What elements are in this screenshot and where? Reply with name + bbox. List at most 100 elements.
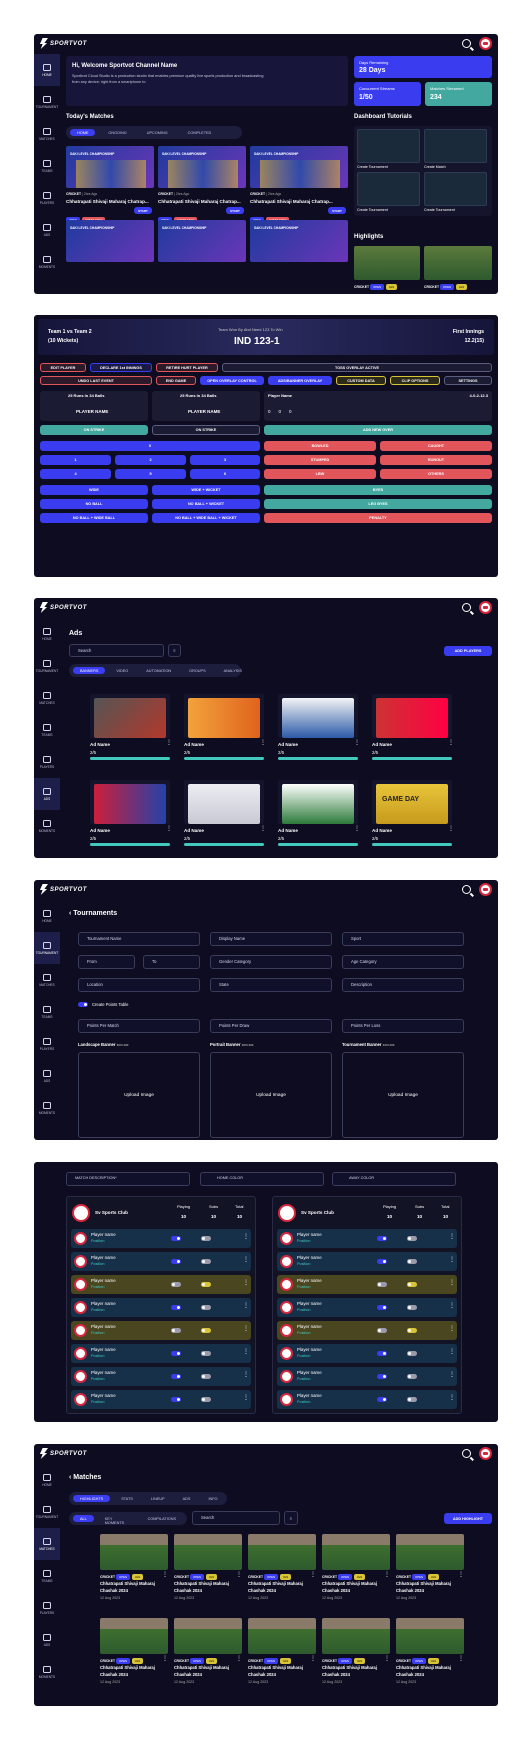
more-icon[interactable]: ⋮ xyxy=(243,1256,249,1263)
sidebar-item-moments[interactable]: MOMENTS xyxy=(34,1092,60,1124)
highlight-thumb[interactable] xyxy=(248,1534,316,1570)
more-icon[interactable]: ⋮ xyxy=(310,1655,316,1662)
tab-home[interactable]: HOME xyxy=(70,129,96,136)
more-icon[interactable]: ⋮ xyxy=(354,825,360,832)
more-icon[interactable]: ⋮ xyxy=(162,1655,168,1662)
highlight-thumb[interactable] xyxy=(100,1618,168,1654)
ad-card[interactable]: GAME DAY xyxy=(372,780,452,824)
tab-highlights[interactable]: HIGHLIGHTS xyxy=(73,1495,111,1502)
highlight-thumb[interactable] xyxy=(248,1618,316,1654)
player-row[interactable]: Player name Position ⋮ xyxy=(71,1390,251,1409)
player-row[interactable]: Player name Position ⋮ xyxy=(277,1367,457,1386)
subs-toggle[interactable] xyxy=(407,1397,417,1402)
player-row[interactable]: Player name Position ⋮ xyxy=(71,1298,251,1317)
run-button[interactable]: 2 xyxy=(115,455,186,465)
start-button[interactable]: START xyxy=(134,207,152,214)
more-icon[interactable]: ⋮ xyxy=(236,1655,242,1662)
sidebar-item-ads[interactable]: ADS xyxy=(34,778,60,810)
sidebar-item-matches[interactable]: MATCHES xyxy=(34,682,60,714)
player-row[interactable]: Player name Position ⋮ xyxy=(71,1229,251,1248)
more-icon[interactable]: ⋮ xyxy=(243,1348,249,1355)
more-icon[interactable]: ⋮ xyxy=(162,1571,168,1578)
player-row[interactable]: Player name Position ⋮ xyxy=(71,1321,251,1340)
undo-button[interactable]: UNDO LAST EVENT xyxy=(40,376,152,385)
edit-player-button[interactable]: EDIT PLAYER xyxy=(40,363,86,372)
more-icon[interactable]: ⋮ xyxy=(260,739,266,746)
search-input[interactable]: Search xyxy=(192,1511,280,1525)
sidebar-item-home[interactable]: HOME xyxy=(34,900,60,932)
overlay-control-button[interactable]: OPEN OVERLAY CONTROL xyxy=(200,376,264,385)
sidebar-item-teams[interactable]: TEAMS xyxy=(34,150,60,182)
app-logo[interactable]: SPORTVOT xyxy=(39,884,87,895)
ad-card[interactable] xyxy=(372,694,452,738)
sidebar-item-tournament[interactable]: TOURNAMENT xyxy=(34,650,60,682)
more-icon[interactable]: ⋮ xyxy=(236,1571,242,1578)
sidebar-item-tournament[interactable]: TOURNAMENT xyxy=(34,86,60,118)
more-icon[interactable]: ⋮ xyxy=(243,1371,249,1378)
more-icon[interactable]: ⋮ xyxy=(449,1371,455,1378)
playing-toggle[interactable] xyxy=(377,1374,387,1379)
app-logo[interactable]: SPORTVOT xyxy=(39,38,87,49)
run-button[interactable]: 6 xyxy=(190,469,260,479)
no-ball-button[interactable]: NO BALL xyxy=(40,499,148,509)
subs-toggle[interactable] xyxy=(201,1351,211,1356)
sidebar-item-tournament[interactable]: TOURNAMENT xyxy=(34,932,60,964)
more-icon[interactable]: ⋮ xyxy=(448,739,454,746)
highlight-thumb[interactable] xyxy=(174,1534,242,1570)
playing-toggle[interactable] xyxy=(171,1282,181,1287)
player-row[interactable]: Player name Position ⋮ xyxy=(277,1321,457,1340)
away-color-field[interactable]: AWAY COLOR xyxy=(332,1172,456,1186)
sidebar-item-players[interactable]: PLAYERS xyxy=(34,182,60,214)
subs-toggle[interactable] xyxy=(201,1328,211,1333)
run-0-button[interactable]: 0 xyxy=(40,441,260,451)
playing-toggle[interactable] xyxy=(377,1328,387,1333)
playing-toggle[interactable] xyxy=(377,1351,387,1356)
more-icon[interactable]: ⋮ xyxy=(449,1279,455,1286)
tab-lineup[interactable]: LINEUP xyxy=(144,1495,172,1502)
caught-button[interactable]: CAUGHT xyxy=(380,441,492,451)
highlight-thumb[interactable] xyxy=(174,1618,242,1654)
subs-toggle[interactable] xyxy=(407,1236,417,1241)
sidebar-item-home[interactable]: HOME xyxy=(34,1464,60,1496)
playing-toggle[interactable] xyxy=(171,1305,181,1310)
search-icon[interactable] xyxy=(462,39,471,48)
points-per-draw-field[interactable]: Points Per Draw xyxy=(210,1019,332,1033)
sidebar-item-players[interactable]: PLAYERS xyxy=(34,746,60,778)
sidebar-item-ads[interactable]: ADS xyxy=(34,214,60,246)
sidebar-item-matches[interactable]: MATCHES xyxy=(34,118,60,150)
subs-toggle[interactable] xyxy=(201,1282,211,1287)
playing-toggle[interactable] xyxy=(171,1328,181,1333)
retire-hurt-button[interactable]: RETIRE HURT PLAYER xyxy=(156,363,218,372)
more-icon[interactable]: ⋮ xyxy=(310,1571,316,1578)
byes-button[interactable]: BYES xyxy=(264,485,492,495)
filter-compilations[interactable]: COMPILATIONS xyxy=(141,1515,183,1522)
sidebar-item-home[interactable]: HOME xyxy=(34,618,60,650)
no-ball-wide-button[interactable]: NO BALL + WIDE BALL xyxy=(40,513,148,523)
player-row[interactable]: Player name Position ⋮ xyxy=(277,1298,457,1317)
wide-wicket-button[interactable]: WIDE + WICKET xyxy=(152,485,260,495)
subs-toggle[interactable] xyxy=(201,1397,211,1402)
batsman-card[interactable]: 25 Runs In 34 Balls PLAYER NAME xyxy=(152,391,260,421)
sidebar-item-players[interactable]: PLAYERS xyxy=(34,1028,60,1060)
ad-card[interactable] xyxy=(90,694,170,738)
player-row[interactable]: Player name Position ⋮ xyxy=(71,1344,251,1363)
sidebar-item-matches[interactable]: MATCHES xyxy=(34,1528,60,1560)
player-row[interactable]: Player name Position ⋮ xyxy=(71,1367,251,1386)
ad-card[interactable] xyxy=(278,780,358,824)
playing-toggle[interactable] xyxy=(377,1282,387,1287)
more-icon[interactable]: ⋮ xyxy=(449,1233,455,1240)
tab-video[interactable]: VIDEO xyxy=(109,667,135,674)
search-icon[interactable] xyxy=(462,1449,471,1458)
sidebar-item-players[interactable]: PLAYERS xyxy=(34,1592,60,1624)
more-icon[interactable]: ⋮ xyxy=(166,825,172,832)
penalty-button[interactable]: PENALTY xyxy=(264,513,492,523)
upload-tournament-banner[interactable]: Upload Image xyxy=(342,1052,464,1138)
playing-toggle[interactable] xyxy=(171,1351,181,1356)
to-date-field[interactable]: To xyxy=(143,955,200,969)
app-logo[interactable]: SPORTVOT xyxy=(39,1448,87,1459)
more-icon[interactable]: ⋮ xyxy=(243,1325,249,1332)
player-row[interactable]: Player name Position ⋮ xyxy=(277,1275,457,1294)
player-row[interactable]: Player name Position ⋮ xyxy=(277,1344,457,1363)
highlight-thumb[interactable] xyxy=(396,1618,464,1654)
state-field[interactable]: State xyxy=(210,978,332,992)
